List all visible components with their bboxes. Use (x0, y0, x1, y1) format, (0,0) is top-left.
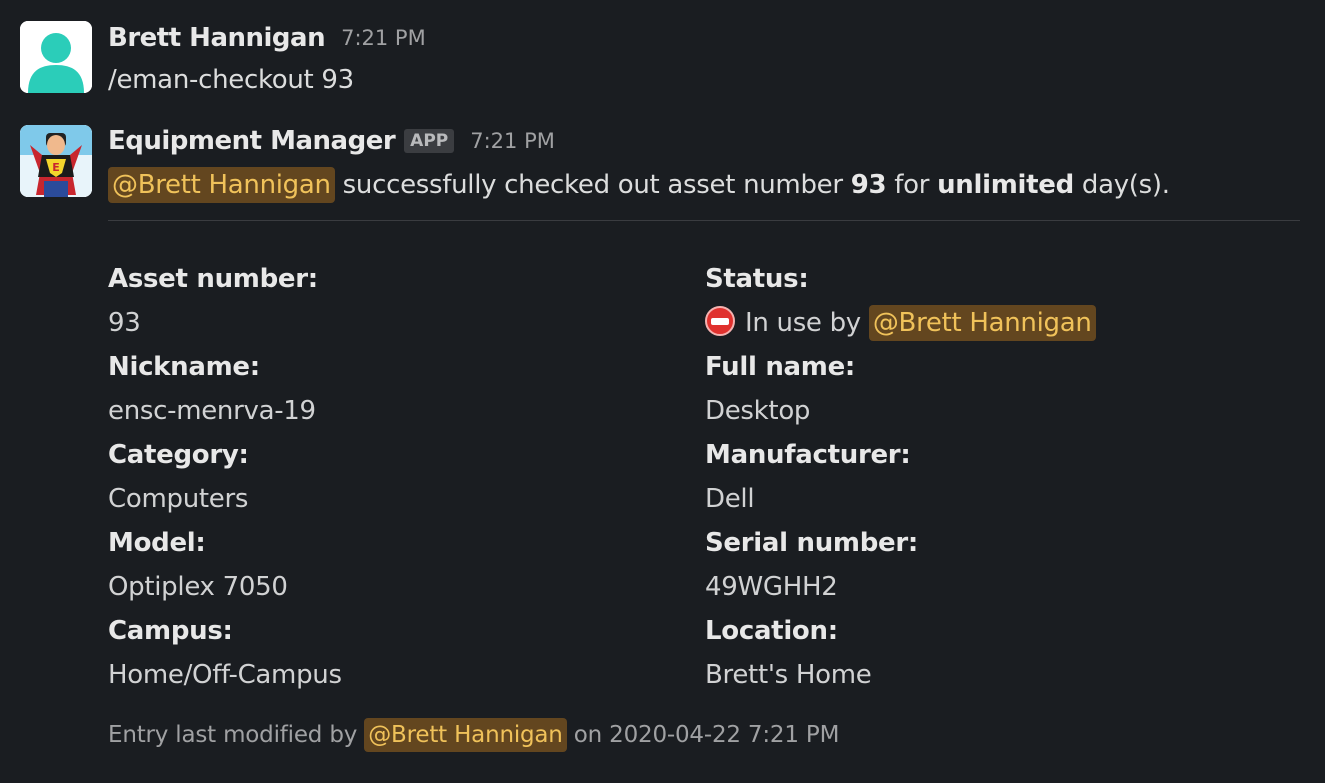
asset-number-bold: 93 (850, 170, 887, 200)
asset-number-value: 93 (108, 308, 141, 338)
nickname-value: ensc-menrva-19 (108, 396, 316, 426)
sender-name[interactable]: Brett Hannigan (108, 23, 326, 53)
serial-number-label: Serial number: (705, 528, 918, 558)
text-fragment: day(s). (1073, 170, 1170, 200)
no-entry-icon (705, 306, 735, 336)
superhero-logo-icon: E (20, 125, 92, 197)
divider (108, 220, 1300, 221)
bot-name[interactable]: Equipment Manager (108, 126, 396, 156)
category-label: Category: (108, 440, 249, 470)
footer-prefix: Entry last modified by (108, 722, 365, 748)
location-label: Location: (705, 616, 838, 646)
model-label: Model: (108, 528, 206, 558)
message-timestamp[interactable]: 7:21 PM (470, 129, 555, 153)
campus-value: Home/Off-Campus (108, 660, 342, 690)
manufacturer-value: Dell (705, 484, 755, 514)
location-value: Brett's Home (705, 660, 872, 690)
user-avatar[interactable] (20, 21, 92, 93)
asset-number-label: Asset number: (108, 264, 318, 294)
status-value: In use by @Brett Hannigan (705, 305, 1096, 341)
message-text: @Brett Hannigan successfully checked out… (108, 167, 1170, 203)
footer-suffix: on 2020-04-22 7:21 PM (566, 722, 840, 748)
text-fragment: successfully checked out asset number (334, 170, 851, 200)
user-mention[interactable]: @Brett Hannigan (108, 167, 335, 203)
model-value: Optiplex 7050 (108, 572, 288, 602)
entry-footer: Entry last modified by @Brett Hannigan o… (108, 717, 839, 753)
nickname-label: Nickname: (108, 352, 260, 382)
message-header: Equipment Manager APP 7:21 PM (108, 124, 555, 158)
serial-number-value: 49WGHH2 (705, 572, 838, 602)
campus-label: Campus: (108, 616, 233, 646)
message-timestamp[interactable]: 7:21 PM (341, 26, 426, 50)
full-name-value: Desktop (705, 396, 811, 426)
default-user-icon (20, 21, 92, 93)
app-badge: APP (404, 129, 455, 153)
status-text: In use by (745, 308, 869, 338)
message-header: Brett Hannigan 7:21 PM (108, 21, 426, 55)
svg-text:E: E (52, 161, 60, 174)
duration-bold: unlimited (937, 170, 1074, 200)
full-name-label: Full name: (705, 352, 856, 382)
text-fragment: for (886, 170, 938, 200)
user-mention[interactable]: @Brett Hannigan (868, 305, 1096, 341)
category-value: Computers (108, 484, 249, 514)
user-mention[interactable]: @Brett Hannigan (364, 718, 567, 752)
manufacturer-label: Manufacturer: (705, 440, 911, 470)
message-text: /eman-checkout 93 (108, 65, 354, 95)
bot-avatar[interactable]: E (20, 125, 92, 197)
status-label: Status: (705, 264, 809, 294)
